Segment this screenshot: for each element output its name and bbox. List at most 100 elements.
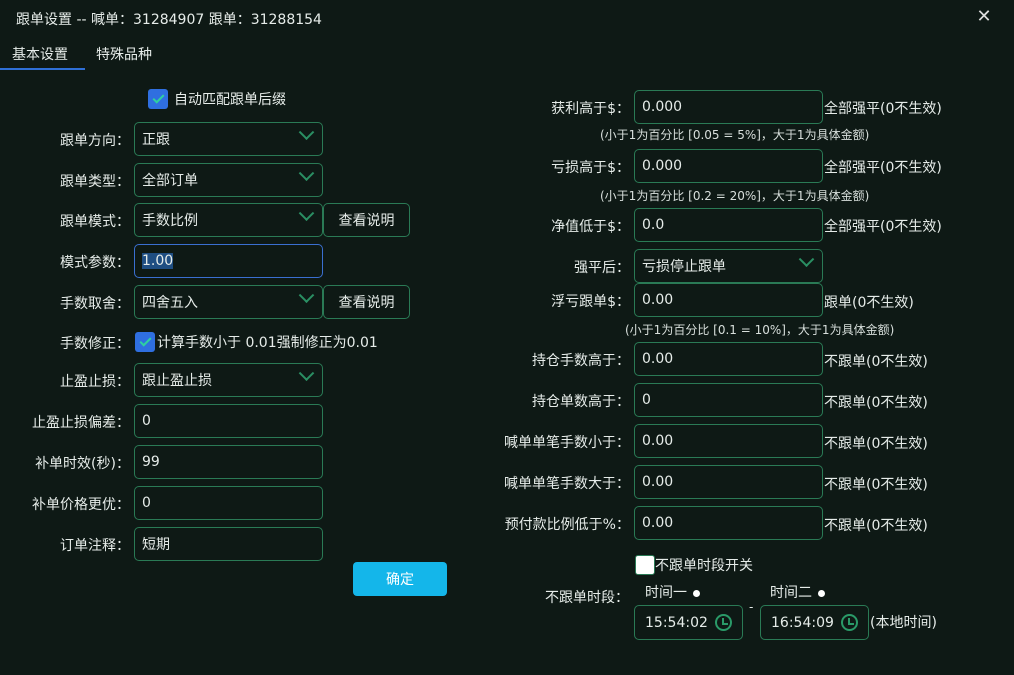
active-tab-indicator — [0, 68, 85, 70]
time-range-dash: - — [749, 600, 754, 614]
position-lots-label: 持仓手数高于： — [532, 353, 630, 369]
equity-below-input[interactable]: 0.0 — [634, 208, 823, 242]
lot-rounding-select[interactable]: 四舍五入 — [134, 285, 323, 319]
no-follow-period-switch-label: 不跟单时段开关 — [655, 558, 753, 574]
follow-direction-label: 跟单方向： — [60, 133, 130, 149]
better-price-value: 0 — [142, 495, 151, 511]
signal-lots-min-label: 喊单单笔手数小于： — [504, 435, 630, 451]
lot-fix-checkbox[interactable]: 计算手数小于 0.01强制修正为0.01 — [135, 332, 378, 352]
loss-above-label: 亏损高于$： — [551, 160, 630, 176]
chevron-down-icon — [298, 124, 315, 141]
window-title: 跟单设置 -- 喊单：31284907 跟单：31288154 — [16, 12, 322, 28]
time1-picker[interactable]: 15:54:02 — [634, 605, 743, 640]
lot-rounding-label: 手数取舍： — [60, 296, 130, 312]
floating-loss-hint: (小于1为百分比 [0.1 = 10%]，大于1为具体金额) — [625, 323, 895, 337]
order-comment-value: 短期 — [142, 537, 170, 553]
loss-above-input[interactable]: 0.000 — [634, 149, 823, 183]
better-price-input[interactable]: 0 — [134, 486, 323, 520]
tp-sl-offset-value: 0 — [142, 413, 151, 429]
profit-above-suffix: 全部强平(0不生效) — [824, 101, 942, 117]
confirm-button[interactable]: 确定 — [353, 562, 447, 596]
equity-below-value: 0.0 — [642, 217, 665, 233]
after-close-value: 亏损停止跟单 — [642, 259, 726, 275]
dot-icon — [693, 589, 700, 597]
auto-match-suffix-label: 自动匹配跟单后缀 — [174, 92, 286, 108]
no-follow-period-label: 不跟单时段： — [545, 590, 629, 606]
dot-icon — [818, 589, 825, 597]
signal-lots-max-suffix: 不跟单(0不生效) — [824, 477, 928, 493]
follow-direction-select[interactable]: 正跟 — [134, 122, 323, 156]
tab-basic-settings[interactable]: 基本设置 — [12, 44, 68, 64]
follow-mode-help-button[interactable]: 查看说明 — [323, 203, 410, 237]
mode-param-value: 1.00 — [142, 253, 174, 269]
floating-loss-label: 浮亏跟单$： — [551, 294, 630, 310]
loss-above-suffix: 全部强平(0不生效) — [824, 160, 942, 176]
checkbox-checked-icon — [148, 89, 168, 109]
fill-timeout-label: 补单时效(秒)： — [35, 456, 130, 472]
after-close-label: 强平后： — [574, 260, 630, 276]
time2-label-text: 时间二 — [770, 585, 812, 601]
tp-sl-value: 跟止盈止损 — [142, 373, 212, 389]
lot-fix-text: 计算手数小于 0.01强制修正为0.01 — [157, 335, 378, 351]
time2-picker[interactable]: 16:54:09 — [760, 605, 869, 640]
follow-type-label: 跟单类型： — [60, 174, 130, 190]
follow-mode-label: 跟单模式： — [60, 214, 130, 230]
mode-param-input[interactable]: 1.00 — [134, 244, 323, 278]
margin-ratio-suffix: 不跟单(0不生效) — [824, 518, 928, 534]
checkbox-checked-icon — [135, 332, 155, 352]
floating-loss-input[interactable]: 0.00 — [634, 283, 823, 317]
tp-sl-offset-input[interactable]: 0 — [134, 404, 323, 438]
order-comment-label: 订单注释： — [60, 538, 130, 554]
follow-type-value: 全部订单 — [142, 173, 198, 189]
position-lots-input[interactable]: 0.00 — [634, 342, 823, 376]
chevron-down-icon — [298, 365, 315, 382]
loss-above-value: 0.000 — [642, 158, 683, 174]
checkbox-unchecked-icon — [635, 555, 655, 575]
lot-rounding-value: 四舍五入 — [142, 295, 198, 311]
fill-timeout-value: 99 — [142, 454, 160, 470]
profit-above-label: 获利高于$： — [551, 101, 630, 117]
margin-ratio-value: 0.00 — [642, 515, 674, 531]
position-count-label: 持仓单数高于： — [532, 394, 630, 410]
floating-loss-value: 0.00 — [642, 292, 674, 308]
tab-special-symbols[interactable]: 特殊品种 — [96, 44, 152, 64]
time1-label: 时间一 — [645, 582, 700, 602]
signal-lots-min-suffix: 不跟单(0不生效) — [824, 436, 928, 452]
signal-lots-max-value: 0.00 — [642, 474, 674, 490]
signal-lots-max-input[interactable]: 0.00 — [634, 465, 823, 499]
no-follow-period-checkbox[interactable]: 不跟单时段开关 — [635, 555, 753, 575]
profit-above-hint: (小于1为百分比 [0.05 = 5%]，大于1为具体金额) — [600, 128, 870, 142]
mode-param-label: 模式参数： — [60, 255, 130, 271]
time1-value: 15:54:02 — [645, 614, 708, 631]
after-close-select[interactable]: 亏损停止跟单 — [634, 249, 823, 283]
floating-loss-suffix: 跟单(0不生效) — [824, 295, 914, 311]
equity-below-suffix: 全部强平(0不生效) — [824, 219, 942, 235]
lot-fix-label: 手数修正： — [60, 336, 130, 352]
order-comment-input[interactable]: 短期 — [134, 527, 323, 561]
position-count-suffix: 不跟单(0不生效) — [824, 395, 928, 411]
clock-icon — [841, 614, 858, 631]
signal-lots-min-input[interactable]: 0.00 — [634, 424, 823, 458]
chevron-down-icon — [298, 205, 315, 222]
auto-match-suffix-checkbox[interactable]: 自动匹配跟单后缀 — [148, 89, 286, 109]
position-lots-value: 0.00 — [642, 351, 674, 367]
local-time-note: (本地时间) — [870, 615, 937, 631]
tp-sl-label: 止盈止损： — [60, 374, 130, 390]
time2-label: 时间二 — [770, 582, 825, 602]
time2-value: 16:54:09 — [771, 614, 834, 631]
margin-ratio-label: 预付款比例低于%： — [504, 517, 630, 533]
signal-lots-min-value: 0.00 — [642, 433, 674, 449]
position-count-input[interactable]: 0 — [634, 383, 823, 417]
better-price-label: 补单价格更优： — [32, 497, 130, 513]
close-icon[interactable]: ✕ — [972, 6, 996, 27]
follow-type-select[interactable]: 全部订单 — [134, 163, 323, 197]
follow-mode-value: 手数比例 — [142, 213, 198, 229]
margin-ratio-input[interactable]: 0.00 — [634, 506, 823, 540]
follow-mode-select[interactable]: 手数比例 — [134, 203, 323, 237]
profit-above-input[interactable]: 0.000 — [634, 90, 823, 124]
tp-sl-offset-label: 止盈止损偏差： — [32, 415, 130, 431]
tp-sl-select[interactable]: 跟止盈止损 — [134, 363, 323, 397]
lot-rounding-help-button[interactable]: 查看说明 — [323, 285, 410, 319]
clock-icon — [715, 614, 732, 631]
fill-timeout-input[interactable]: 99 — [134, 445, 323, 479]
